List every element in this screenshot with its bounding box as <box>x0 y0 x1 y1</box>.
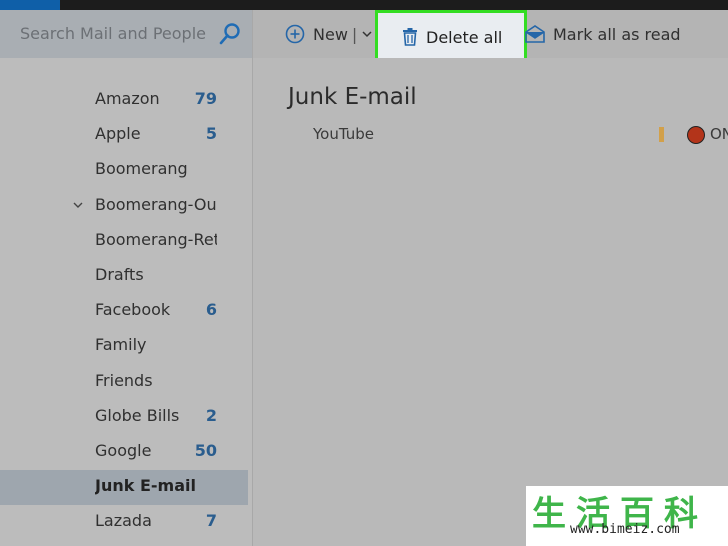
app-launcher-accent[interactable] <box>0 0 60 10</box>
message-row[interactable]: YouTube ON <box>253 122 728 148</box>
folder-item[interactable]: Boomerang-Retur <box>0 224 252 259</box>
folder-item[interactable]: Boomerang <box>0 153 252 188</box>
sidebar: Search Mail and People Amazon 79 Apple 5… <box>0 10 252 546</box>
folder-item[interactable]: Facebook 6 <box>0 294 252 329</box>
unread-count: 7 <box>205 511 217 531</box>
folder-item[interactable]: Drafts <box>0 259 252 294</box>
unread-count: 2 <box>205 405 217 425</box>
folder-title: Junk E-mail <box>288 84 417 110</box>
folder-item[interactable]: Boomerang-Outb <box>0 189 252 224</box>
top-bar <box>0 0 728 10</box>
new-button-label: New <box>313 24 348 44</box>
new-button[interactable]: New | <box>285 22 373 46</box>
unread-count: 5 <box>205 124 217 144</box>
mark-all-as-read-button[interactable]: Mark all as read <box>525 22 681 46</box>
message-list-pane: Junk E-mail YouTube ON <box>253 58 728 546</box>
folder-item-selected[interactable]: Junk E-mail <box>0 470 248 506</box>
trash-icon <box>403 28 417 46</box>
delete-all-button[interactable]: Delete all <box>375 10 527 64</box>
unread-dot-icon[interactable] <box>687 126 705 144</box>
unread-count: 6 <box>205 300 217 320</box>
folder-item[interactable]: Friends <box>0 365 252 400</box>
chevron-down-icon[interactable] <box>361 28 373 40</box>
message-category: ON <box>710 125 728 143</box>
folder-item[interactable]: Family <box>0 329 252 364</box>
search-box[interactable]: Search Mail and People <box>0 10 252 58</box>
chevron-down-icon[interactable] <box>72 199 84 211</box>
plus-circle-icon <box>285 24 305 44</box>
watermark: 生活百科 www.bimeiz.com <box>526 486 728 546</box>
folder-item[interactable]: Globe Bills 2 <box>0 400 252 435</box>
folder-item[interactable]: Apple 5 <box>0 118 252 153</box>
toolbar: New | Delete all Mark all as read <box>253 10 728 64</box>
watermark-url: www.bimeiz.com <box>570 522 680 537</box>
open-envelope-icon <box>525 25 545 43</box>
mark-all-as-read-label: Mark all as read <box>553 24 681 44</box>
toolbar-separator: | <box>351 24 358 44</box>
message-sender: YouTube <box>313 125 374 143</box>
flag-marker <box>659 127 664 142</box>
folder-list: Amazon 79 Apple 5 Boomerang Boomerang-Ou… <box>0 83 252 540</box>
folder-item[interactable]: Amazon 79 <box>0 83 252 118</box>
unread-count: 79 <box>194 89 217 108</box>
folder-item[interactable]: Lazada 7 <box>0 505 252 540</box>
folder-item[interactable]: Google 50 <box>0 435 252 470</box>
delete-all-label: Delete all <box>426 27 503 47</box>
search-input[interactable]: Search Mail and People <box>20 24 206 43</box>
unread-count: 50 <box>194 440 217 460</box>
search-icon[interactable] <box>218 22 242 46</box>
